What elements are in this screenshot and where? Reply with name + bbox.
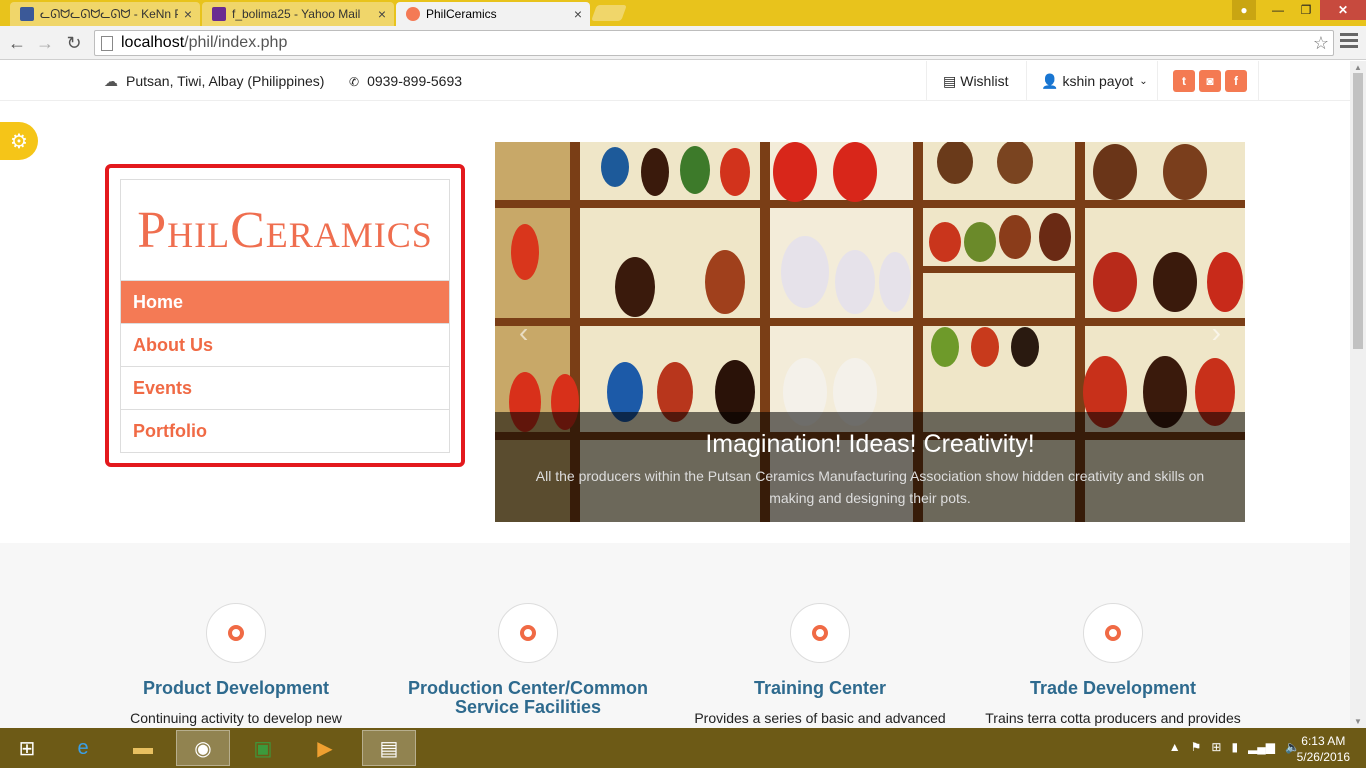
- lifebuoy-icon: [1083, 603, 1143, 663]
- user-icon: 👤: [1041, 72, 1059, 89]
- scrollbar-thumb[interactable]: [1353, 73, 1363, 349]
- tab-philceramics[interactable]: PhilCeramics ×: [396, 2, 590, 26]
- slider-caption: Imagination! Ideas! Creativity! All the …: [495, 412, 1245, 522]
- sidebar-highlight: PhilCeramics Home About Us Events Portfo…: [105, 164, 465, 467]
- sidebar-nav: PhilCeramics Home About Us Events Portfo…: [120, 179, 450, 453]
- philceramics-favicon-icon: [406, 7, 420, 21]
- feature-title[interactable]: Training Center: [690, 679, 950, 698]
- page-scrollbar[interactable]: ▲ ▼: [1350, 61, 1366, 728]
- internet-explorer-icon[interactable]: e: [56, 730, 110, 766]
- social-links: t ◙ f: [1157, 61, 1259, 101]
- cloud-icon: ☁: [104, 73, 118, 89]
- slider-title: Imagination! Ideas! Creativity!: [705, 430, 1035, 458]
- twitter-icon[interactable]: t: [1173, 70, 1195, 92]
- feature-text: Trains terra cotta producers and provide…: [985, 710, 1241, 726]
- system-tray: ▲ ⚑ ⊞ ▮ ▂▄▆ 🔈: [1169, 740, 1300, 754]
- windows-icon[interactable]: ⊞: [1211, 740, 1221, 754]
- chrome-taskbar-icon[interactable]: ◉: [176, 730, 230, 766]
- location-text: Putsan, Tiwi, Albay (Philippines): [126, 73, 325, 89]
- scroll-up-icon[interactable]: ▲: [1354, 63, 1362, 72]
- phone-text: 0939-899-5693: [367, 73, 463, 89]
- windows-taskbar: ⊞ e ▬ ◉ ▣ ▶ ▤ ▲ ⚑ ⊞ ▮ ▂▄▆ 🔈 6:13 AM 5/26…: [0, 728, 1366, 768]
- nav-item-portfolio[interactable]: Portfolio: [121, 409, 449, 452]
- chevron-down-icon: ⌄: [1139, 75, 1148, 87]
- feature-text: Continuing activity to develop new: [130, 710, 342, 726]
- site-logo[interactable]: PhilCeramics: [121, 180, 449, 280]
- close-tab-icon[interactable]: ×: [184, 6, 192, 22]
- location: ☁ Putsan, Tiwi, Albay (Philippines): [104, 73, 324, 90]
- feature-title[interactable]: Production Center/Common Service Facilit…: [398, 679, 658, 717]
- clock-date: 5/26/2016: [1296, 750, 1350, 764]
- store-icon[interactable]: ▣: [236, 730, 290, 766]
- settings-gear-icon[interactable]: ⚙: [0, 122, 38, 160]
- clock-time: 6:13 AM: [1301, 734, 1346, 748]
- slider-text: All the producers within the Putsan Cera…: [535, 468, 1205, 506]
- tab-title: PhilCeramics: [426, 7, 497, 21]
- user-name: kshin payot: [1062, 73, 1134, 89]
- facebook-favicon-icon: [20, 7, 34, 21]
- lifebuoy-icon: [206, 603, 266, 663]
- battery-icon[interactable]: ▮: [1231, 740, 1238, 754]
- facebook-icon[interactable]: f: [1225, 70, 1247, 92]
- hero-slider: ‹ › Imagination! Ideas! Creativity! All …: [495, 142, 1245, 522]
- web-page: ☁ Putsan, Tiwi, Albay (Philippines) ✆ 0939…: [0, 61, 1350, 728]
- site-topbar: ☁ Putsan, Tiwi, Albay (Philippines) ✆ 0939…: [0, 61, 1350, 101]
- bookmark-star-icon[interactable]: ☆: [1313, 33, 1329, 54]
- features-section: Product Development Continuing activity …: [0, 543, 1350, 728]
- feature-text: Provides a series of basic and advanced: [694, 710, 946, 726]
- tab-facebook[interactable]: ᓚᘏᗢᓚᘏᗢᓚᘏᗢ - KeNn P Ta ×: [10, 2, 200, 26]
- nav-item-events[interactable]: Events: [121, 366, 449, 409]
- reload-icon[interactable]: ↻: [63, 32, 85, 54]
- signal-icon[interactable]: ▂▄▆: [1248, 740, 1275, 754]
- feature-product-development: Product Development Continuing activity …: [106, 603, 366, 726]
- list-icon: ▤: [943, 72, 957, 89]
- show-hidden-icons-icon[interactable]: ▲: [1169, 740, 1181, 754]
- slider-prev-icon[interactable]: ‹: [519, 317, 528, 349]
- profile-icon[interactable]: ●: [1232, 0, 1256, 20]
- back-icon[interactable]: ←: [6, 32, 28, 54]
- feature-production-center: Production Center/Common Service Facilit…: [398, 603, 658, 728]
- lifebuoy-icon: [790, 603, 850, 663]
- chrome-menu-icon[interactable]: [1340, 33, 1358, 51]
- url-path: /phil/index.php: [184, 34, 288, 51]
- slider-next-icon[interactable]: ›: [1212, 317, 1221, 349]
- browser-tabstrip: ᓚᘏᗢᓚᘏᗢᓚᘏᗢ - KeNn P Ta × f_bolima25 - Yah…: [0, 0, 1366, 26]
- windows-start-icon[interactable]: ⊞: [0, 730, 54, 766]
- feature-trade-development: Trade Development Trains terra cotta pro…: [983, 603, 1243, 726]
- taskbar-clock[interactable]: 6:13 AM 5/26/2016: [1297, 733, 1350, 765]
- maximize-button[interactable]: ❐: [1292, 0, 1320, 20]
- nav-item-about-us[interactable]: About Us: [121, 323, 449, 366]
- flag-icon[interactable]: ⚑: [1191, 740, 1202, 754]
- tab-title: f_bolima25 - Yahoo Mail: [232, 7, 361, 21]
- media-player-icon[interactable]: ▶: [298, 730, 352, 766]
- wishlist-link[interactable]: ▤ Wishlist: [926, 61, 1026, 101]
- minimize-button[interactable]: —: [1264, 0, 1292, 20]
- tab-title: ᓚᘏᗢᓚᘏᗢᓚᘏᗢ - KeNn P Ta: [40, 6, 178, 21]
- feature-title[interactable]: Product Development: [106, 679, 366, 698]
- phone-icon: ✆: [349, 75, 360, 89]
- page-icon: [101, 35, 113, 51]
- user-menu[interactable]: 👤 kshin payot ⌄: [1026, 61, 1156, 101]
- window-controls: ● — ❐ ✕: [1232, 0, 1366, 20]
- feature-title[interactable]: Trade Development: [983, 679, 1243, 698]
- mail-favicon-icon: [212, 7, 226, 21]
- forward-icon[interactable]: →: [34, 32, 56, 54]
- close-tab-icon[interactable]: ×: [574, 6, 582, 22]
- close-tab-icon[interactable]: ×: [378, 6, 386, 22]
- wishlist-label: Wishlist: [960, 73, 1009, 89]
- scroll-down-icon[interactable]: ▼: [1354, 717, 1362, 726]
- phone: ✆ 0939-899-5693: [349, 73, 462, 89]
- file-explorer-icon[interactable]: ▬: [116, 730, 170, 766]
- close-window-button[interactable]: ✕: [1320, 0, 1366, 20]
- url-host: localhost: [121, 34, 185, 51]
- nav-item-home[interactable]: Home: [121, 280, 449, 323]
- instagram-icon[interactable]: ◙: [1199, 70, 1221, 92]
- new-tab-button[interactable]: [591, 5, 627, 21]
- app-window-icon[interactable]: ▤: [362, 730, 416, 766]
- browser-toolbar: ← → ↻ localhost/phil/index.php ☆: [0, 26, 1366, 60]
- feature-training-center: Training Center Provides a series of bas…: [690, 603, 950, 726]
- lifebuoy-icon: [498, 603, 558, 663]
- tab-yahoo-mail[interactable]: f_bolima25 - Yahoo Mail ×: [202, 2, 394, 26]
- address-bar[interactable]: localhost/phil/index.php ☆: [94, 30, 1334, 56]
